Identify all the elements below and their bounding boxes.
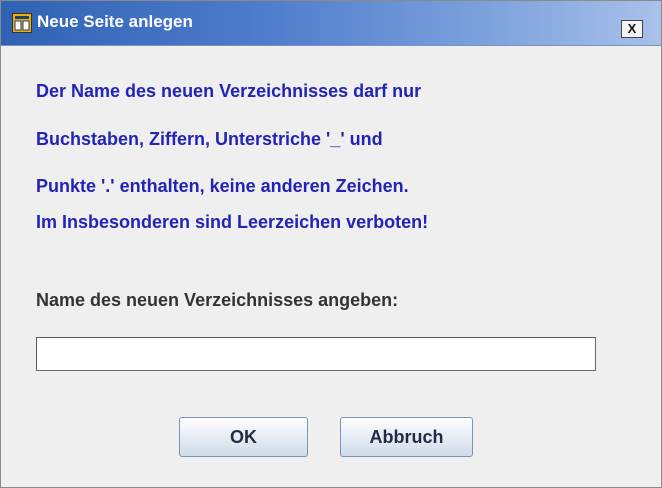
ok-button[interactable]: OK <box>179 417 308 457</box>
directory-name-label: Name des neuen Verzeichnisses angeben: <box>36 290 399 310</box>
dialog-window: Neue Seite anlegen X Der Name des neuen … <box>0 0 662 488</box>
app-window-icon <box>12 13 32 33</box>
info-message-line: Buchstaben, Ziffern, Unterstriche '_' un… <box>36 129 383 149</box>
cancel-button[interactable]: Abbruch <box>340 417 473 457</box>
title-bar[interactable]: Neue Seite anlegen X <box>1 1 661 46</box>
info-message-line: Im Insbesonderen sind Leerzeichen verbot… <box>36 212 429 232</box>
info-message-line: Der Name des neuen Verzeichnisses darf n… <box>36 81 422 101</box>
close-icon: X <box>627 21 637 36</box>
close-button[interactable]: X <box>621 20 643 38</box>
info-message-line: Punkte '.' enthalten, keine anderen Zeic… <box>36 176 409 196</box>
window-title: Neue Seite anlegen <box>37 12 193 31</box>
directory-name-input[interactable] <box>36 337 596 371</box>
dialog-content: Der Name des neuen Verzeichnisses darf n… <box>1 45 661 487</box>
